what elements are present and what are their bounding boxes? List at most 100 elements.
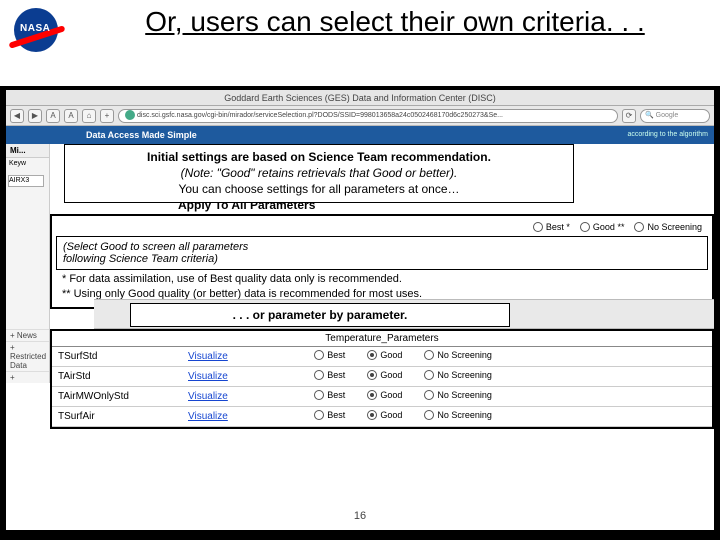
table-row: TAirStd Visualize Best Good No Screening <box>52 367 712 387</box>
quality-sub1: (Select Good to screen all parameters <box>63 241 701 253</box>
radio-label: Best <box>327 390 345 400</box>
radio-label: Best <box>327 350 345 360</box>
radio-icon <box>580 222 590 232</box>
param-option[interactable]: Good <box>367 390 402 400</box>
radio-label: Good <box>380 370 402 380</box>
slide-title: Or, users can select their own criteria.… <box>90 6 700 38</box>
radio-icon <box>367 370 377 380</box>
param-option[interactable]: No Screening <box>424 410 492 420</box>
search-icon: 🔍 <box>645 112 654 119</box>
param-option[interactable]: Best <box>314 410 345 420</box>
quality-note-best: * For data assimilation, use of Best qua… <box>56 270 708 288</box>
visualize-link[interactable]: Visualize <box>188 371 228 382</box>
callout-line1: Initial settings are based on Science Te… <box>73 149 565 165</box>
url-text: disc.sci.gsfc.nasa.gov/cgi-bin/mirador/s… <box>137 112 503 119</box>
sidebar-head: Mi... <box>6 144 49 158</box>
radio-icon <box>367 410 377 420</box>
callout-line3: You can choose settings for all paramete… <box>73 181 565 197</box>
visualize-link[interactable]: Visualize <box>188 351 228 362</box>
site-icon <box>125 110 135 120</box>
radio-icon <box>314 390 324 400</box>
param-radios: Best Good No Screening <box>286 407 712 427</box>
keyword-label: Keyw <box>6 158 49 169</box>
sidebar: Mi... Keyw + News+ Restricted Data+ <box>6 144 50 383</box>
window-titlebar: Goddard Earth Sciences (GES) Data and In… <box>6 90 714 106</box>
temperature-parameters-section: Temperature_Parameters TSurfStd Visualize… <box>50 329 714 429</box>
radio-icon <box>367 350 377 360</box>
visualize-link[interactable]: Visualize <box>188 411 228 422</box>
sidebar-item[interactable]: + Restricted Data <box>6 341 49 371</box>
parameters-table: TSurfStdVisualizeBestGoodNo ScreeningTAi… <box>52 347 712 427</box>
browser-window: Goddard Earth Sciences (GES) Data and In… <box>6 90 714 530</box>
nasa-logo-text: NASA <box>20 23 50 34</box>
radio-label: No Screening <box>437 370 492 380</box>
radio-icon <box>314 350 324 360</box>
radio-label: Good <box>380 410 402 420</box>
radio-label: Good <box>380 350 402 360</box>
quality-option[interactable]: Good ** <box>580 222 625 232</box>
radio-icon <box>424 350 434 360</box>
param-name: TAirStd <box>52 367 182 387</box>
callout-initial-settings: Initial settings are based on Science Te… <box>64 144 574 203</box>
radio-label: No Screening <box>437 350 492 360</box>
param-option[interactable]: Good <box>367 370 402 380</box>
radio-icon <box>314 410 324 420</box>
sidebar-item[interactable]: + <box>6 371 49 383</box>
text-size-a-button[interactable]: A <box>46 109 60 123</box>
param-option[interactable]: Good <box>367 350 402 360</box>
param-option[interactable]: Good <box>367 410 402 420</box>
radio-label: Good <box>380 390 402 400</box>
search-placeholder: Google <box>656 112 679 119</box>
radio-icon <box>424 370 434 380</box>
param-option[interactable]: Best <box>314 350 345 360</box>
radio-label: Best <box>327 410 345 420</box>
param-name: TSurfAir <box>52 407 182 427</box>
back-button[interactable]: ◀ <box>10 109 24 123</box>
radio-label: No Screening <box>437 390 492 400</box>
param-option[interactable]: No Screening <box>424 390 492 400</box>
param-radios: Best Good No Screening <box>286 367 712 387</box>
quality-sub2: following Science Team criteria) <box>63 253 701 265</box>
radio-label: No Screening <box>647 222 702 232</box>
nasa-logo: NASA <box>10 8 68 56</box>
forward-button[interactable]: ▶ <box>28 109 42 123</box>
reload-button[interactable]: ⟳ <box>622 109 636 123</box>
param-radios: Best Good No Screening <box>286 347 712 367</box>
sidebar-item[interactable]: + News <box>6 329 49 341</box>
radio-label: No Screening <box>437 410 492 420</box>
banner-title: Data Access Made Simple <box>86 130 197 140</box>
radio-label: Good ** <box>593 222 625 232</box>
text-size-b-button[interactable]: A <box>64 109 78 123</box>
radio-icon <box>424 410 434 420</box>
add-button[interactable]: + <box>100 109 114 123</box>
url-bar[interactable]: disc.sci.gsfc.nasa.gov/cgi-bin/mirador/s… <box>118 109 618 123</box>
radio-icon <box>634 222 644 232</box>
param-option[interactable]: Best <box>314 370 345 380</box>
quality-option[interactable]: Best * <box>533 222 570 232</box>
param-radios: Best Good No Screening <box>286 387 712 407</box>
quality-radios: Best * Good ** No Screening <box>56 220 708 236</box>
temp-section-heading: Temperature_Parameters <box>52 331 712 347</box>
param-name: TSurfStd <box>52 347 182 367</box>
callout-line2: (Note: "Good" retains retrievals that Go… <box>73 165 565 181</box>
page-banner: Data Access Made Simple according to the… <box>6 126 714 144</box>
radio-label: Best <box>327 370 345 380</box>
radio-icon <box>533 222 543 232</box>
page-number: 16 <box>6 510 714 522</box>
visualize-link[interactable]: Visualize <box>188 391 228 402</box>
quality-option[interactable]: No Screening <box>634 222 702 232</box>
keyword-input[interactable] <box>8 175 44 187</box>
param-option[interactable]: No Screening <box>424 350 492 360</box>
table-row: TAirMWOnlyStdVisualizeBestGoodNo Screeni… <box>52 387 712 407</box>
param-option[interactable]: No Screening <box>424 370 492 380</box>
radio-label: Best * <box>546 222 570 232</box>
radio-icon <box>424 390 434 400</box>
table-row: TSurfStd Visualize Best Good No Screening <box>52 347 712 367</box>
callout-param-by-param: . . . or parameter by parameter. <box>130 303 510 327</box>
browser-search-input[interactable]: 🔍 Google <box>640 109 710 123</box>
param-option[interactable]: Best <box>314 390 345 400</box>
radio-icon <box>367 390 377 400</box>
home-button[interactable]: ⌂ <box>82 109 96 123</box>
radio-icon <box>314 370 324 380</box>
quality-section: Best * Good ** No Screening (Select Good t… <box>50 214 714 309</box>
